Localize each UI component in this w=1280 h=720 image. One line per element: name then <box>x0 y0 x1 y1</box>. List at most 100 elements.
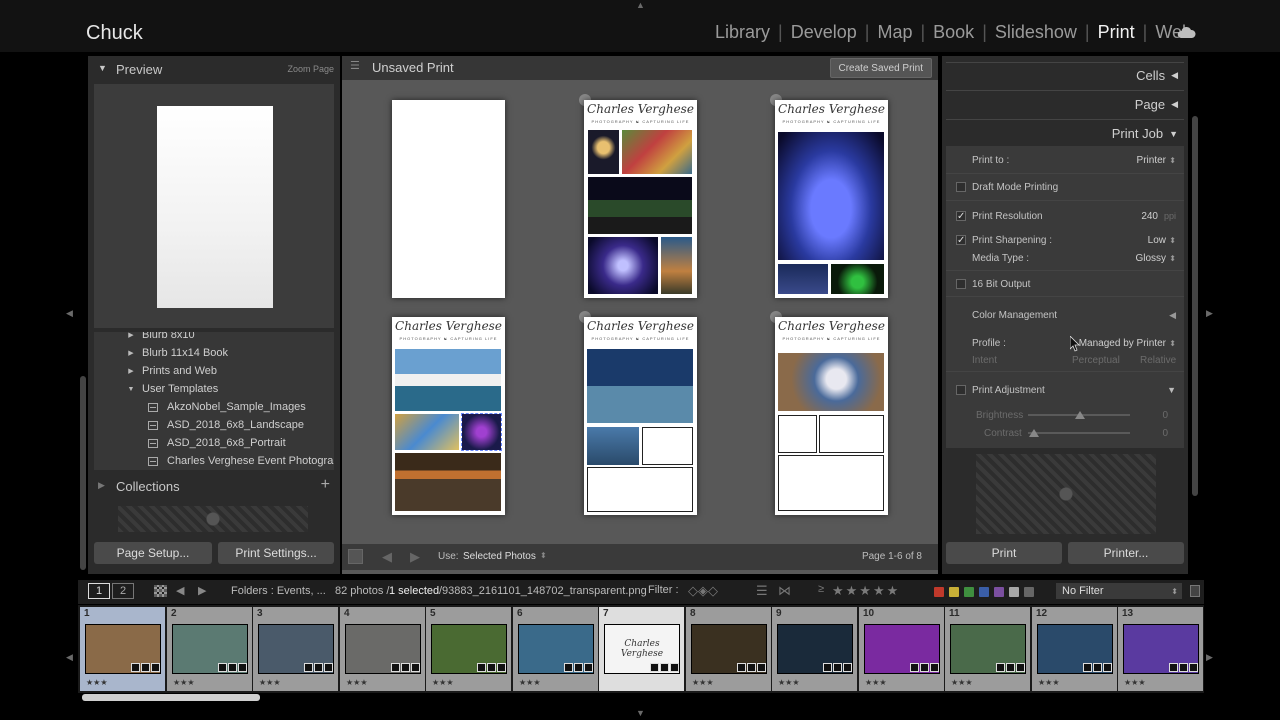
zoom-page-label[interactable]: Zoom Page <box>287 64 334 74</box>
thumbnail-badge-icon[interactable] <box>747 663 756 672</box>
template-folder[interactable]: ▼ User Templates <box>124 380 334 398</box>
thumbnail-badge-icon[interactable] <box>304 663 313 672</box>
print-adjustment-checkbox[interactable] <box>956 385 966 395</box>
empty-cell[interactable] <box>587 467 693 512</box>
collapse-triangle-icon[interactable]: ▼ <box>124 386 138 393</box>
filmstrip-thumbnail[interactable]: 4 ★★★ <box>340 607 425 691</box>
expand-triangle-icon[interactable]: ▶ <box>124 349 138 357</box>
thumbnail-badge-icon[interactable] <box>930 663 939 672</box>
preview-panel-header[interactable]: ▼ Preview Zoom Page <box>88 60 340 84</box>
page-view-icon[interactable] <box>348 549 363 564</box>
empty-cell[interactable] <box>642 427 693 465</box>
template-item[interactable]: AkzoNobel_Sample_Images <box>148 398 334 416</box>
filter-preset-select[interactable]: No Filter ⬍ <box>1056 583 1182 599</box>
thumbnail-badge-icon[interactable] <box>920 663 929 672</box>
thumbnail-badge-icon[interactable] <box>737 663 746 672</box>
thumbnail-badge-icon[interactable] <box>497 663 506 672</box>
collapse-triangle-icon[interactable]: ◀ <box>1171 99 1178 110</box>
thumbnail-badge-icon[interactable] <box>843 663 852 672</box>
thumbnail-badge-icon[interactable] <box>996 663 1005 672</box>
thumbnail-badge-icon[interactable] <box>391 663 400 672</box>
thumbnail-badge-icon[interactable] <box>228 663 237 672</box>
collections-triangle-icon[interactable]: ▶ <box>98 480 105 491</box>
photo-cell[interactable] <box>395 414 459 450</box>
thumbnail-rating[interactable]: ★★★ <box>173 678 195 687</box>
photo-cell[interactable] <box>778 132 884 260</box>
media-type-select[interactable]: Glossy <box>1135 253 1166 264</box>
photo-cell[interactable] <box>831 264 884 294</box>
thumbnail-badge-icon[interactable] <box>670 663 679 672</box>
thumbnail-rating[interactable]: ★★★ <box>692 678 714 687</box>
print-page-4[interactable]: Charles Verghese PHOTOGRAPHY ☯ CAPTURING… <box>392 317 505 515</box>
thumbnail-badge-icon[interactable] <box>833 663 842 672</box>
blue-label-filter[interactable] <box>979 587 989 597</box>
thumbnail-rating[interactable]: ★★★ <box>778 678 800 687</box>
filmstrip-thumbnail[interactable]: 11 ★★★ <box>945 607 1030 691</box>
next-page-arrow-icon[interactable]: ▶ <box>410 549 420 565</box>
template-folder[interactable]: ▶ Blurb 8x10 <box>124 332 334 344</box>
collapse-bottom-arrow[interactable]: ▼ <box>636 708 645 718</box>
cloud-icon[interactable] <box>1176 25 1196 39</box>
virtual-copy-filter-icon[interactable]: ⋈ <box>778 583 791 599</box>
module-map[interactable]: Map <box>869 22 920 43</box>
color-management-header[interactable]: Color Management ◀ <box>946 307 1184 323</box>
module-print[interactable]: Print <box>1090 22 1143 43</box>
contrast-slider-knob[interactable] <box>1029 429 1039 437</box>
grid-view-icon[interactable] <box>154 585 167 597</box>
photo-cell[interactable] <box>661 237 692 294</box>
empty-cell[interactable] <box>819 415 884 453</box>
filmstrip-thumbnail[interactable]: 7 Charles Verghese <box>599 607 684 691</box>
print-page-2[interactable]: Charles Verghese PHOTOGRAPHY ☯ CAPTURING… <box>584 100 697 298</box>
thumbnail-badge-icon[interactable] <box>238 663 247 672</box>
yellow-label-filter[interactable] <box>949 587 959 597</box>
main-window-button[interactable]: 1 <box>88 583 110 599</box>
photo-cell[interactable] <box>588 130 619 174</box>
collapse-top-arrow[interactable]: ▲ <box>636 0 645 10</box>
thumbnail-badge-icon[interactable] <box>151 663 160 672</box>
filmstrip-thumbnail[interactable]: 6 ★★★ <box>513 607 598 691</box>
previous-page-arrow-icon[interactable]: ◀ <box>382 549 392 565</box>
print-sharpening-checkbox[interactable]: ✓ <box>956 235 966 246</box>
photo-cell[interactable] <box>778 264 828 294</box>
filmstrip-thumbnail[interactable]: 2 ★★★ <box>167 607 252 691</box>
print-page-6[interactable]: Charles Verghese PHOTOGRAPHY ☯ CAPTURING… <box>775 317 888 515</box>
expand-triangle-icon[interactable]: ▼ <box>1167 385 1176 395</box>
filmstrip-thumbnail[interactable]: 10 ★★★ <box>859 607 944 691</box>
filmstrip-thumbnail[interactable]: 12 ★★★ <box>1032 607 1117 691</box>
photo-cell[interactable] <box>395 349 501 411</box>
print-button[interactable]: Print <box>946 542 1062 564</box>
stepper-icon[interactable]: ⬍ <box>1169 254 1176 263</box>
expand-triangle-icon[interactable]: ▶ <box>124 367 138 375</box>
red-label-filter[interactable] <box>934 587 944 597</box>
photo-cell[interactable] <box>461 413 502 451</box>
filmstrip-thumbnail[interactable]: 13 ★★★ <box>1118 607 1203 691</box>
thumbnail-badge-icon[interactable] <box>1006 663 1015 672</box>
thumbnail-badge-icon[interactable] <box>131 663 140 672</box>
custom-label-filter[interactable] <box>1009 587 1019 597</box>
thumbnail-badge-icon[interactable] <box>584 663 593 672</box>
thumbnail-badge-icon[interactable] <box>314 663 323 672</box>
template-item[interactable]: ASD_2018_6x8_Portrait <box>148 434 334 452</box>
thumbnail-badge-icon[interactable] <box>650 663 659 672</box>
thumbnail-badge-icon[interactable] <box>660 663 669 672</box>
print-page-5[interactable]: Charles Verghese PHOTOGRAPHY ☯ CAPTURING… <box>584 317 697 515</box>
print-page-3[interactable]: Charles Verghese PHOTOGRAPHY ☯ CAPTURING… <box>775 100 888 298</box>
green-label-filter[interactable] <box>964 587 974 597</box>
collapse-triangle-icon[interactable]: ◀ <box>1169 310 1176 321</box>
contrast-slider-track[interactable] <box>1028 432 1130 434</box>
preview-triangle-icon[interactable]: ▼ <box>98 63 107 73</box>
expand-triangle-icon[interactable]: ▶ <box>124 332 138 339</box>
module-book[interactable]: Book <box>925 22 982 43</box>
filmstrip-thumbnail[interactable]: 5 ★★★ <box>426 607 511 691</box>
thumbnail-badge-icon[interactable] <box>564 663 573 672</box>
rating-operator[interactable]: ≥ <box>818 583 824 595</box>
purple-label-filter[interactable] <box>994 587 1004 597</box>
thumbnail-badge-icon[interactable] <box>477 663 486 672</box>
filmstrip-thumbnail[interactable]: 9 ★★★ <box>772 607 857 691</box>
thumbnail-badge-icon[interactable] <box>757 663 766 672</box>
create-saved-print-button[interactable]: Create Saved Print <box>829 58 932 78</box>
photo-cell[interactable] <box>395 453 501 511</box>
photo-cell[interactable] <box>587 427 639 465</box>
no-label-filter[interactable] <box>1024 587 1034 597</box>
thumbnail-badge-icon[interactable] <box>1179 663 1188 672</box>
